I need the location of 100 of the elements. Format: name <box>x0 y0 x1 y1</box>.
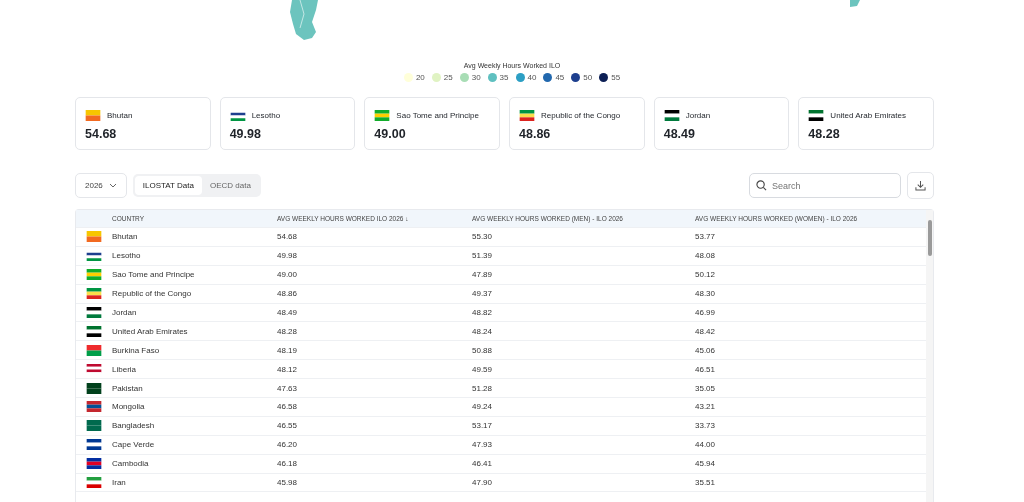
flag-icon <box>374 110 391 121</box>
table-cell-text: 46.51 <box>695 364 717 374</box>
flag-icon <box>229 110 246 121</box>
table-cell-text: 50.88 <box>472 345 494 355</box>
table-cell-text: 48.82 <box>472 308 494 317</box>
source-tab[interactable]: ILOSTAT Data <box>134 176 202 195</box>
flag-icon <box>86 344 102 356</box>
search-field[interactable]: Search <box>749 173 901 198</box>
table-cell-text: 48.49 <box>277 308 299 317</box>
flag-icon <box>86 269 102 281</box>
hours-value: 48.86 <box>519 127 552 141</box>
flag-icon <box>808 110 825 121</box>
hours-value: 49.98 <box>229 127 262 141</box>
table-cell-text: 48.08 <box>695 251 717 261</box>
table-cell-text: Cambodia <box>112 459 150 469</box>
table-cell-text: Republic of the Congo <box>112 289 193 299</box>
hours-value: 48.28 <box>808 127 841 141</box>
legend-label: 30 <box>471 73 481 82</box>
table-cell-text: Bhutan <box>112 232 139 242</box>
table-cell-text: 46.58 <box>277 402 299 412</box>
table-cell-text: Pakistan <box>112 383 144 393</box>
country-name: Republic of the Congo <box>541 111 621 120</box>
table-cell-text: 55.30 <box>472 232 494 242</box>
table-cell-text: Iran <box>112 478 127 487</box>
table-cell-text: 49.37 <box>472 289 494 299</box>
legend-label: 25 <box>443 73 453 82</box>
table-cell-text: 48.30 <box>695 289 717 299</box>
table-cell-text: Jordan <box>112 308 138 317</box>
table-cell-text: 49.98 <box>277 251 299 261</box>
table-cell-text: 47.90 <box>472 478 494 487</box>
table-cell-text: 45.06 <box>695 345 717 355</box>
flag-icon <box>86 382 102 394</box>
country-name: Bhutan <box>107 111 133 120</box>
legend-label: 35 <box>499 73 509 82</box>
country-name: United Arab Emirates <box>830 111 906 120</box>
flag-icon <box>85 110 101 121</box>
flag-icon <box>86 250 102 262</box>
flag-icon <box>86 439 102 451</box>
table-cell-text: 48.28 <box>277 326 299 336</box>
table-cell-text: 47.89 <box>472 270 494 280</box>
search-icon <box>756 180 767 191</box>
table-cell-text: 35.51 <box>695 478 717 487</box>
table-cell-text: 48.42 <box>695 326 717 336</box>
flag-icon <box>86 288 102 300</box>
flag-icon <box>86 401 102 413</box>
table-cell-text: 46.99 <box>695 308 717 317</box>
country-name: Sao Tome and Principe <box>396 111 479 120</box>
download-icon <box>915 180 926 191</box>
flag-icon <box>86 420 102 432</box>
hours-value: 54.68 <box>85 127 118 141</box>
table-cell-text: 54.68 <box>277 232 299 242</box>
scrollbar[interactable] <box>926 210 933 502</box>
table-cell-text: 48.12 <box>277 364 299 374</box>
table-cell-text: 46.55 <box>277 421 299 431</box>
hours-value: 48.49 <box>663 127 696 141</box>
table-cell-text: 33.73 <box>695 421 717 431</box>
table-cell-text: 46.20 <box>277 440 299 450</box>
table-cell-text: Burkina Faso <box>112 345 161 355</box>
table-cell-text: 50.12 <box>695 270 717 280</box>
table-cell-text: Mongolia <box>112 402 146 412</box>
table-cell-text: 35.05 <box>695 383 717 393</box>
flag-icon <box>519 110 535 121</box>
table-cell-text: 49.00 <box>277 270 299 280</box>
table-cell-text: Sao Tome and Principe <box>112 270 196 280</box>
country-name: Jordan <box>685 111 711 120</box>
table-cell-text: 49.24 <box>472 402 494 412</box>
flag-icon <box>86 458 102 470</box>
table-cell-text: 45.94 <box>695 459 717 469</box>
source-tab[interactable]: OECD data <box>201 176 259 195</box>
table-cell-text: 43.21 <box>695 402 717 412</box>
legend-label: 50 <box>583 73 593 82</box>
legend-label: 20 <box>415 73 425 82</box>
table-cell-text: United Arab Emirates <box>112 326 189 336</box>
chevron-down-icon <box>108 183 117 188</box>
table-cell-text: 48.86 <box>277 289 299 299</box>
table-cell-text: 53.77 <box>695 232 717 242</box>
table-cell-text: 51.28 <box>472 383 494 393</box>
flag-icon <box>86 363 102 375</box>
table-cell-text: 48.19 <box>277 345 299 355</box>
table-cell-text: Liberia <box>112 364 137 374</box>
table-cell-text: 49.59 <box>472 364 494 374</box>
legend-label: 45 <box>555 73 565 82</box>
flag-icon <box>86 477 102 488</box>
year-dropdown[interactable]: 2026 <box>75 173 127 198</box>
legend-label: 40 <box>527 73 537 82</box>
table-cell-text: 46.18 <box>277 459 299 469</box>
download-button[interactable] <box>907 172 934 199</box>
table-cell-text: Cape Verde <box>112 440 156 450</box>
table-cell-text: 48.24 <box>472 326 494 336</box>
table-cell-text: 51.39 <box>472 251 494 261</box>
flag-icon <box>663 110 680 121</box>
table-cell-text: 47.63 <box>277 383 299 393</box>
legend-label: 55 <box>611 73 621 82</box>
table-cell-text: Lesotho <box>112 251 142 261</box>
table-cell-text: 44.00 <box>695 440 717 450</box>
country-name: Lesotho <box>251 111 281 120</box>
table-cell-text: Bangladesh <box>112 421 156 431</box>
hours-value: 49.00 <box>374 127 407 141</box>
table-cell-text: 47.93 <box>472 440 494 450</box>
flag-icon <box>86 325 102 337</box>
